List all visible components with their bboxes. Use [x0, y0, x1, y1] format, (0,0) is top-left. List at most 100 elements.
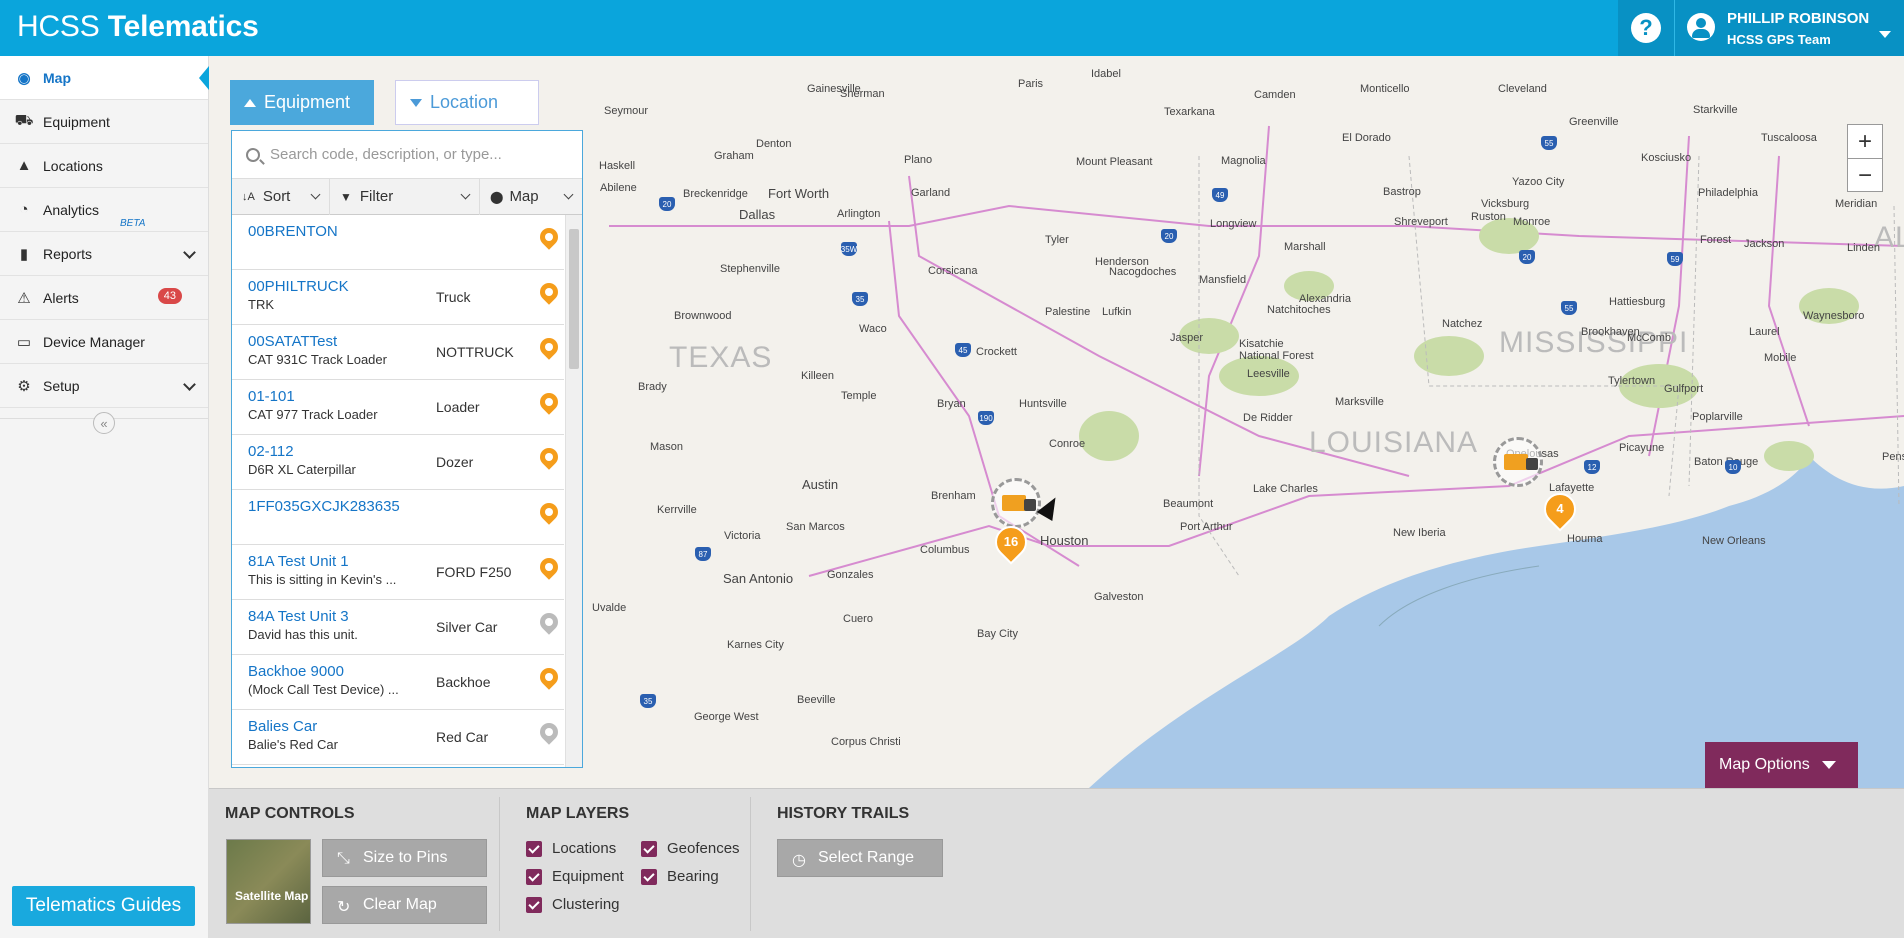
- layer-label: Clustering: [552, 896, 620, 913]
- sidebar-item-equipment[interactable]: ⛟ Equipment: [0, 100, 208, 144]
- sidebar-item-label: Alerts: [43, 289, 79, 306]
- sidebar-item-reports[interactable]: ▮ Reports: [0, 232, 208, 276]
- select-range-button[interactable]: ◷ Select Range: [777, 839, 943, 877]
- list-item[interactable]: 00PHILTRUCK TRK Truck: [232, 270, 564, 325]
- caret-down-icon: [410, 98, 422, 107]
- section-divider: [499, 797, 500, 931]
- equipment-code: Backhoe 9000: [248, 663, 344, 680]
- filter-button[interactable]: ▼ Filter: [330, 178, 480, 215]
- city-label: Greenville: [1569, 116, 1619, 128]
- map-pin-icon[interactable]: [536, 444, 562, 470]
- list-item[interactable]: Backhoe 9000 (Mock Call Test Device) ... B…: [232, 655, 564, 710]
- forest-label: Kisatchie National Forest: [1239, 338, 1314, 362]
- equipment-list: 00BRENTON 00PHILTRUCK TRK Truck 00SATATTes…: [232, 215, 564, 767]
- telematics-guides-button[interactable]: Telematics Guides: [12, 886, 195, 926]
- city-label: Killeen: [801, 370, 835, 382]
- clear-map-button[interactable]: ↻ Clear Map: [322, 886, 487, 924]
- map-pin-icon[interactable]: [536, 389, 562, 415]
- sidebar-item-analytics[interactable]: ◔ Analytics BETA: [0, 188, 208, 232]
- city-label: Poplarville: [1692, 411, 1743, 423]
- map-view-button[interactable]: ⬤ Map: [480, 179, 582, 215]
- highway-shield: 49: [1212, 188, 1228, 202]
- map-pin-icon[interactable]: [536, 664, 562, 690]
- sort-icon: ↓A: [242, 190, 255, 203]
- zoom-out-button[interactable]: −: [1848, 159, 1882, 193]
- highway-shield: 20: [1519, 250, 1535, 264]
- list-item[interactable]: 00SATATTest CAT 931C Track Loader NOTTRUCK: [232, 325, 564, 380]
- globe-icon: ◉: [17, 69, 31, 87]
- map-pin-icon[interactable]: [536, 334, 562, 360]
- equipment-type: Silver Car: [436, 619, 498, 635]
- layer-equipment-checkbox[interactable]: Equipment: [526, 868, 624, 885]
- equipment-type: Backhoe: [436, 674, 491, 690]
- map-pin-icon[interactable]: [536, 609, 562, 635]
- city-label: Magnolia: [1221, 155, 1266, 167]
- list-item[interactable]: 84A Test Unit 3 David has this unit. Silve…: [232, 600, 564, 655]
- city-label: Karnes City: [727, 639, 784, 651]
- sidebar-item-map[interactable]: ◉ Map: [0, 56, 209, 100]
- city-label: New Orleans: [1702, 535, 1766, 547]
- map-options-button[interactable]: Map Options: [1705, 742, 1858, 788]
- map-layers-title: MAP LAYERS: [526, 805, 630, 822]
- caret-up-icon: [244, 98, 256, 107]
- list-item[interactable]: 1FF035GXCJK283635: [232, 490, 564, 545]
- city-label: Waco: [859, 323, 887, 335]
- list-item[interactable]: 00BRENTON: [232, 215, 564, 270]
- layer-locations-checkbox[interactable]: Locations: [526, 840, 616, 857]
- equipment-desc: (Mock Call Test Device) ...: [248, 682, 399, 697]
- layer-clustering-checkbox[interactable]: Clustering: [526, 896, 620, 913]
- sidebar-item-alerts[interactable]: ⚠ Alerts 43: [0, 276, 208, 320]
- layer-bearing-checkbox[interactable]: Bearing: [641, 868, 719, 885]
- satellite-map-toggle[interactable]: Satellite Map: [226, 839, 311, 924]
- map-pin-icon[interactable]: [536, 554, 562, 580]
- search-input[interactable]: [270, 146, 570, 163]
- city-label: Haskell: [599, 160, 636, 172]
- brand-light: HCSS: [17, 10, 100, 43]
- user-menu[interactable]: PHILLIP ROBINSON HCSS GPS Team: [1674, 0, 1904, 56]
- map-pin-icon[interactable]: [536, 279, 562, 305]
- tab-equipment[interactable]: Equipment: [230, 80, 374, 125]
- city-label: Texarkana: [1164, 106, 1215, 118]
- help-button[interactable]: ?: [1618, 0, 1674, 56]
- collapse-sidebar-icon[interactable]: «: [93, 412, 115, 434]
- equipment-marker-truck[interactable]: [1493, 437, 1543, 487]
- highway-shield: 55: [1561, 301, 1577, 315]
- app-logo[interactable]: HCSS Telematics: [17, 10, 259, 44]
- sidebar-item-locations[interactable]: ▲ Locations: [0, 144, 208, 188]
- list-item[interactable]: Balies Car Balie's Red Car Red Car: [232, 710, 564, 765]
- help-icon: ?: [1631, 13, 1661, 43]
- device-icon: ▭: [16, 333, 32, 351]
- city-label: Fort Worth: [768, 186, 830, 201]
- equipment-type: NOTTRUCK: [436, 344, 514, 360]
- map-label: Map: [509, 188, 539, 205]
- size-to-pins-button[interactable]: ⤡ Size to Pins: [322, 839, 487, 877]
- scrollbar-thumb[interactable]: [569, 229, 579, 369]
- equipment-marker-truck[interactable]: [991, 478, 1041, 528]
- layer-geofences-checkbox[interactable]: Geofences: [641, 840, 740, 857]
- list-scrollbar[interactable]: [565, 215, 582, 767]
- sidebar-item-device-manager[interactable]: ▭ Device Manager: [0, 320, 208, 364]
- sidebar-item-setup[interactable]: ⚙ Setup: [0, 364, 208, 408]
- city-label: Camden: [1254, 89, 1296, 101]
- list-item[interactable]: 81A Test Unit 1 This is sitting in Kevin'…: [232, 545, 564, 600]
- city-label: Tuscaloosa: [1761, 132, 1817, 144]
- city-label: Garland: [911, 187, 951, 199]
- highway-shield: 55: [1541, 136, 1557, 150]
- tab-location[interactable]: Location: [395, 80, 539, 125]
- city-label: Linden: [1847, 242, 1881, 254]
- sidebar-item-label: Reports: [43, 245, 93, 262]
- list-item[interactable]: 01-101 CAT 977 Track Loader Loader: [232, 380, 564, 435]
- alerts-count-badge: 43: [157, 288, 182, 304]
- city-label: Vicksburg: [1481, 198, 1530, 210]
- map-pin-icon[interactable]: [536, 719, 562, 745]
- map-controls-bar: MAP CONTROLS Satellite Map ⤡ Size to Pins…: [209, 788, 1904, 938]
- city-label: Houston: [1040, 533, 1089, 548]
- state-label: TEXAS: [669, 341, 773, 374]
- zoom-in-button[interactable]: +: [1848, 125, 1882, 159]
- list-item[interactable]: 02-112 D6R XL Caterpillar Dozer: [232, 435, 564, 490]
- map-pin-icon[interactable]: [536, 499, 562, 525]
- city-label: Waynesboro: [1803, 310, 1865, 322]
- map-pin-icon[interactable]: [536, 224, 562, 250]
- city-label: De Ridder: [1243, 412, 1293, 424]
- sort-button[interactable]: ↓A Sort: [232, 178, 330, 215]
